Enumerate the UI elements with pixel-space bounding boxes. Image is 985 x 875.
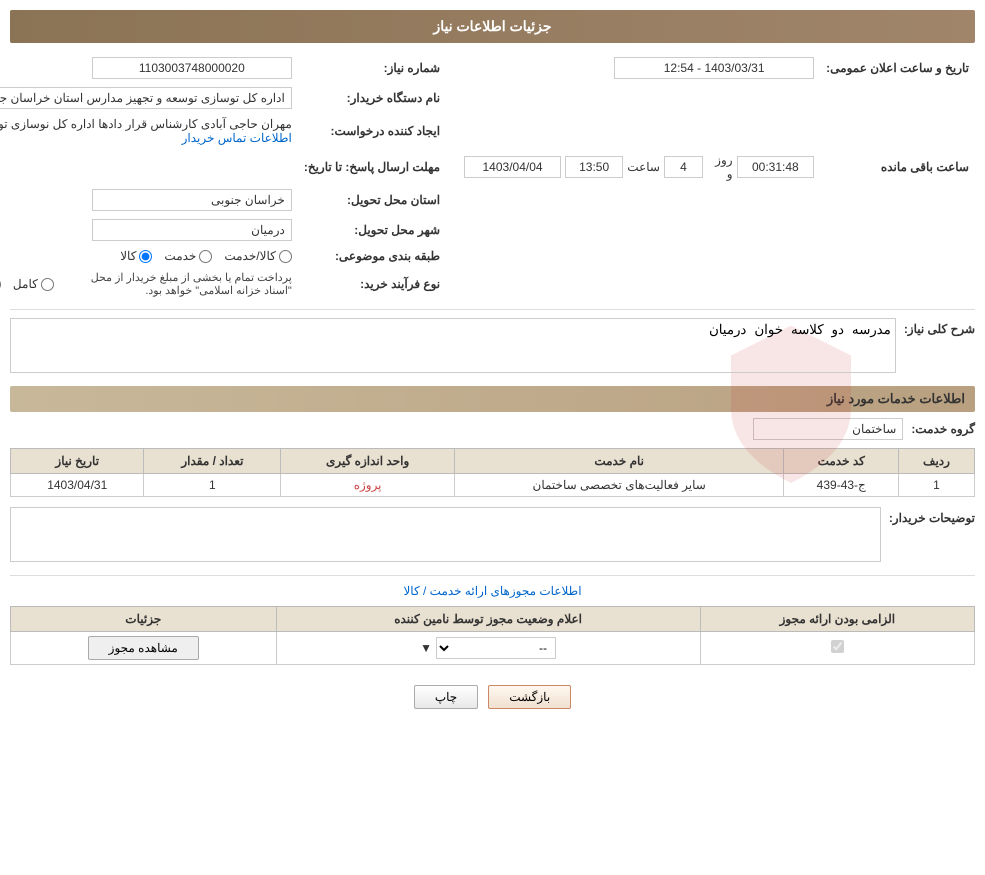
- col-unit: واحد اندازه گیری: [281, 449, 455, 474]
- divider-2: [10, 575, 975, 576]
- perm-row: -- ▼ مشاهده مجوز: [11, 632, 975, 665]
- creator-value: مهران حاجی آبادی کارشناس قرار دادها ادار…: [0, 117, 292, 131]
- creator-link[interactable]: اطلاعات تماس خریدار: [182, 131, 292, 145]
- back-button[interactable]: بازگشت: [488, 685, 571, 709]
- cell-name: سایر فعالیت‌های تخصصی ساختمان: [454, 474, 784, 497]
- label-announce-date: تاریخ و ساعت اعلان عمومی:: [820, 53, 975, 83]
- process-motovaset[interactable]: متوسط: [0, 277, 1, 291]
- perm-col-required: الزامی بودن ارائه مجوز: [700, 607, 974, 632]
- shomara-box: 1103003748000020: [92, 57, 292, 79]
- need-description-area[interactable]: مدرسه دو کلاسه خوان درمیان: [10, 318, 896, 373]
- perm-required-cell: [700, 632, 974, 665]
- divider-1: [10, 309, 975, 310]
- announce-date-box: 1403/03/31 - 12:54: [614, 57, 814, 79]
- label-buyer-desc: توضیحات خریدار:: [889, 507, 975, 525]
- col-count: تعداد / مقدار: [144, 449, 281, 474]
- cell-unit: پروژه: [281, 474, 455, 497]
- unit-link[interactable]: پروژه: [354, 478, 382, 492]
- label-city: شهر محل تحویل:: [298, 215, 446, 245]
- label-name-buyer: نام دستگاه خریدار:: [298, 83, 446, 113]
- label-need-description: شرح کلی نیاز:: [904, 318, 975, 336]
- time-label-text: ساعت: [627, 160, 660, 174]
- radio-kala-khidmat[interactable]: [279, 250, 292, 263]
- name-buyer-box: اداره کل توسازی توسعه و تجهیز مدارس استا…: [0, 87, 292, 109]
- cell-row: 1: [898, 474, 974, 497]
- col-row: ردیف: [898, 449, 974, 474]
- process-note: پرداخت تمام یا بخشی از مبلغ خریدار از مح…: [66, 271, 292, 297]
- perm-status-select[interactable]: --: [436, 637, 556, 659]
- category-khidmat[interactable]: خدمت: [164, 249, 212, 263]
- category-radio-group: کالا/خدمت خدمت کالا: [0, 249, 292, 263]
- buyer-desc-area[interactable]: [10, 507, 881, 562]
- label-category: طبقه بندی موضوعی:: [298, 245, 446, 267]
- footer-buttons: بازگشت چاپ: [10, 685, 975, 709]
- radio-kamel[interactable]: [41, 278, 54, 291]
- label-service-group: گروه خدمت:: [911, 422, 975, 436]
- cell-code: ج-43-439: [784, 474, 899, 497]
- process-kamel[interactable]: کامل: [13, 277, 54, 291]
- kala-khidmat-label: کالا/خدمت: [224, 249, 275, 263]
- perm-dropdown-icon: ▼: [420, 641, 432, 655]
- print-button[interactable]: چاپ: [414, 685, 478, 709]
- services-section-header: اطلاعات خدمات مورد نیاز: [10, 386, 975, 412]
- perm-status-cell[interactable]: -- ▼: [276, 632, 700, 665]
- radio-khidmat[interactable]: [199, 250, 212, 263]
- radio-kala[interactable]: [139, 250, 152, 263]
- label-deadline-remain: ساعت باقی مانده: [820, 149, 975, 185]
- page-title: جزئیات اطلاعات نیاز: [10, 10, 975, 43]
- cell-date: 1403/04/31: [11, 474, 144, 497]
- announce-date-value: 1403/03/31 - 12:54: [458, 53, 820, 83]
- perm-required-checkbox: [831, 640, 844, 653]
- deadline-date-box: 1403/04/04: [464, 156, 561, 178]
- col-name: نام خدمت: [454, 449, 784, 474]
- perm-col-status: اعلام وضعیت مجوز توسط نامین کننده: [276, 607, 700, 632]
- services-table: ردیف کد خدمت نام خدمت واحد اندازه گیری ت…: [10, 448, 975, 497]
- label-deadline: مهلت ارسال پاسخ: تا تاریخ:: [298, 149, 446, 185]
- service-group-box: ساختمان: [753, 418, 903, 440]
- shomara-value: 1103003748000020: [0, 53, 298, 83]
- perm-col-details: جزئیات: [11, 607, 277, 632]
- table-row: 1 ج-43-439 سایر فعالیت‌های تخصصی ساختمان…: [11, 474, 975, 497]
- countdown-box: 00:31:48: [737, 156, 815, 178]
- label-province: استان محل تحویل:: [298, 185, 446, 215]
- label-shomara: شماره نیاز:: [298, 53, 446, 83]
- permissions-section-link[interactable]: اطلاعات مجوزهای ارائه خدمت / کالا: [403, 584, 581, 598]
- permissions-table: الزامی بودن ارائه مجوز اعلام وضعیت مجوز …: [10, 606, 975, 665]
- col-date: تاریخ نیاز: [11, 449, 144, 474]
- perm-details-cell[interactable]: مشاهده مجوز: [11, 632, 277, 665]
- view-permit-button[interactable]: مشاهده مجوز: [88, 636, 199, 660]
- city-box: درمیان: [92, 219, 292, 241]
- category-kala-khidmat[interactable]: کالا/خدمت: [224, 249, 291, 263]
- cell-count: 1: [144, 474, 281, 497]
- category-kala[interactable]: کالا: [120, 249, 152, 263]
- col-code: کد خدمت: [784, 449, 899, 474]
- day-label: روز و: [707, 153, 733, 181]
- province-box: خراسان جنوبی: [92, 189, 292, 211]
- time-box: 13:50: [565, 156, 623, 178]
- days-box: 4: [664, 156, 703, 178]
- kamel-label: کامل: [13, 277, 38, 291]
- label-creator: ایجاد کننده درخواست:: [298, 113, 446, 149]
- process-type-radio-group: پرداخت تمام یا بخشی از مبلغ خریدار از مح…: [0, 271, 292, 297]
- radio-motovaset[interactable]: [0, 278, 1, 291]
- kala-label: کالا: [120, 249, 136, 263]
- label-process-type: نوع فرآیند خرید:: [298, 267, 446, 301]
- khidmat-label: خدمت: [164, 249, 196, 263]
